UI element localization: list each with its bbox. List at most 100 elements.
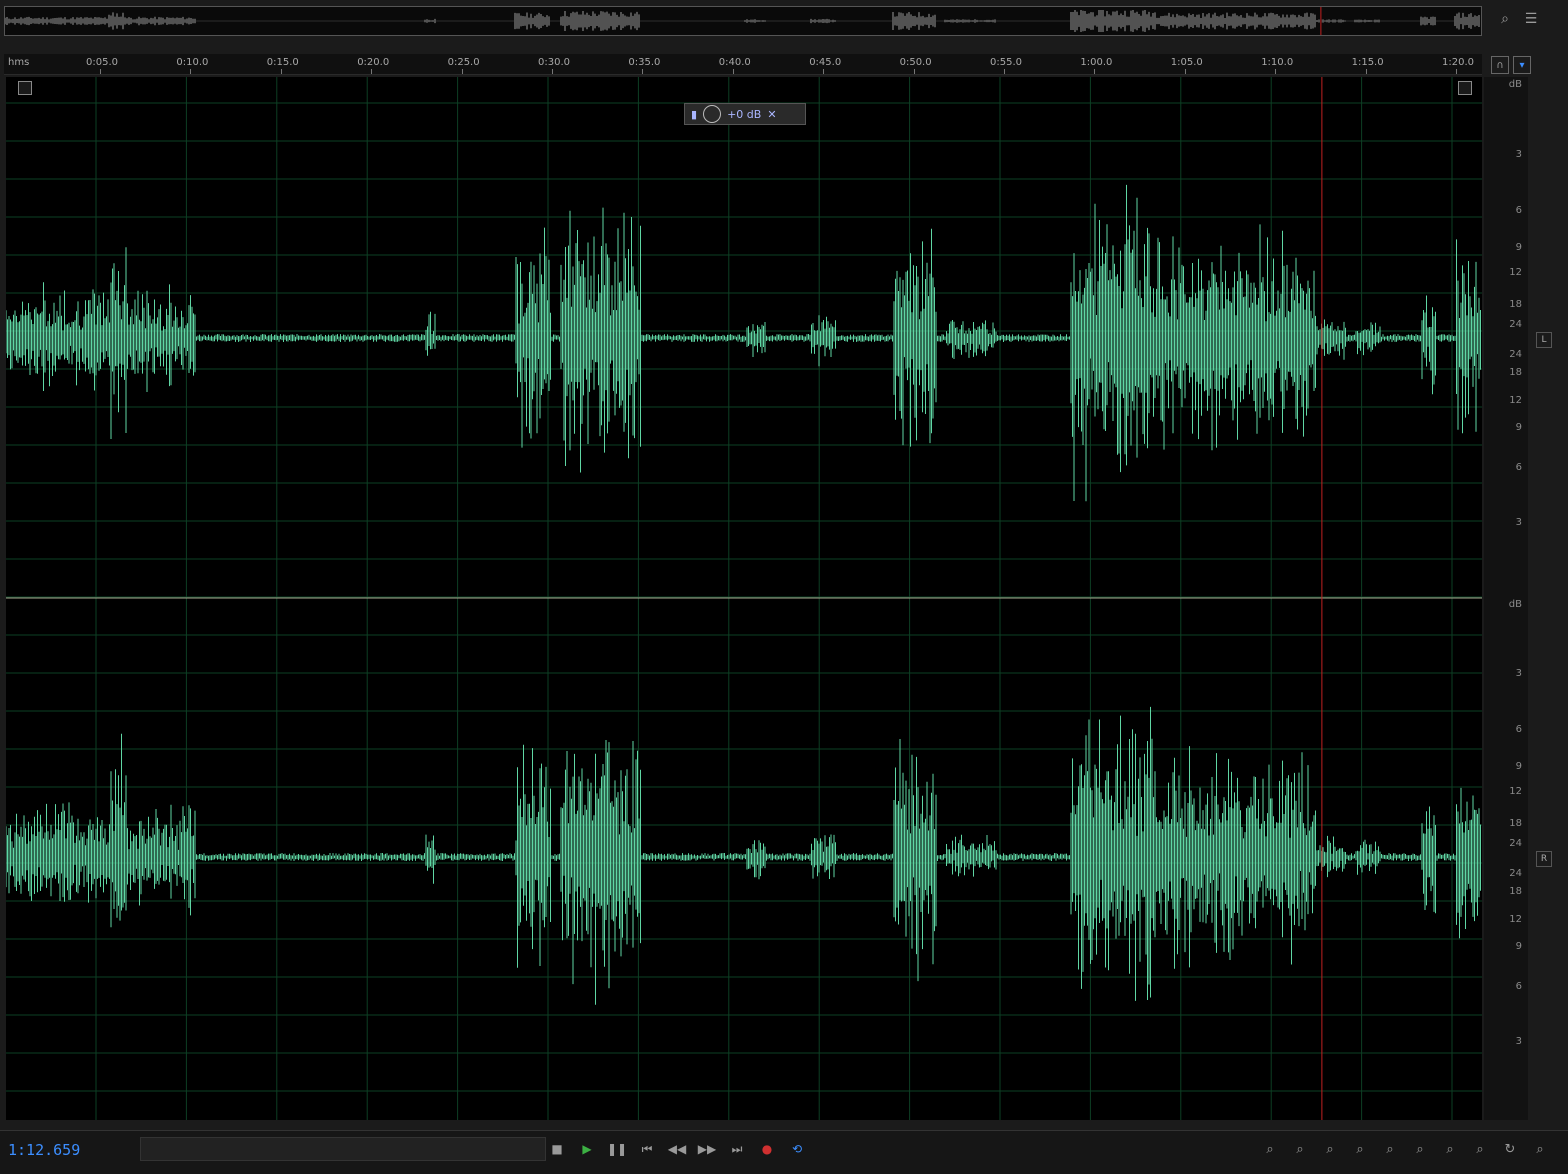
db-tick-label: 6 [1515,462,1522,473]
ruler-tick-label: 0:40.0 [718,57,751,68]
zoom-full-icon[interactable]: ⌕ [1378,1140,1402,1158]
zoom-out-point-icon[interactable]: ⌕ [1468,1140,1492,1158]
ruler-tick-mark [732,69,734,74]
ruler-tick-label: 0:35.0 [628,57,661,68]
zoom-extra-icon[interactable]: ⌕ [1528,1140,1552,1158]
db-tick-label: 9 [1515,242,1522,253]
ruler-tick-mark [1184,69,1186,74]
db-scale: dB dB 3 6 9 12 18 24 24 18 12 9 6 3 3 6 9 12 18 24 24 18 12 9 6 3 [1484,77,1528,1120]
zoom-corner-left-icon[interactable] [18,81,32,95]
ruler-tick-label: 1:15.0 [1351,57,1384,68]
ruler-tick-mark [461,69,463,74]
ruler-tick-label: 1:20.0 [1442,57,1474,68]
gain-value: +0 dB [727,107,762,121]
db-tick-label: 12 [1509,786,1522,797]
record-icon[interactable]: ● [756,1140,778,1158]
db-tick-label: 24 [1509,838,1522,849]
ruler-tick-mark [1275,69,1277,74]
overview-waveform [5,7,1480,35]
db-tick-label: 3 [1515,149,1522,160]
hamburger-icon[interactable]: ☰ [1520,8,1542,30]
ruler-tick-mark [100,69,101,74]
zoom-selection-icon[interactable]: ⌕ [1408,1140,1432,1158]
zoom-in-time-icon[interactable]: ⌕ [1318,1140,1342,1158]
zoom-reset-icon[interactable]: ↻ [1498,1140,1522,1158]
db-tick-label: 3 [1515,668,1522,679]
skip-back-icon[interactable]: ⏮ [636,1140,658,1158]
loop-icon[interactable]: ⟲ [786,1140,808,1158]
ruler-tick-mark [1004,69,1005,74]
db-tick-label: 9 [1515,761,1522,772]
pause-icon[interactable]: ❚❚ [606,1140,628,1158]
zoom-in-point-icon[interactable]: ⌕ [1438,1140,1462,1158]
db-tick-label: 3 [1515,1036,1522,1047]
ruler-tick-label: 0:05.0 [86,57,118,68]
ruler-tick-label: 1:10.0 [1261,57,1294,68]
waveform-channel [6,184,1481,502]
ruler-tick-mark [642,69,644,74]
ruler-tick-mark [190,69,192,74]
ruler-tick-label: 0:25.0 [447,57,480,68]
ruler-tick-label: 1:05.0 [1170,57,1203,68]
ruler-tick-mark [371,69,373,74]
fast-forward-icon[interactable]: ▶▶ [696,1140,718,1158]
ruler-tick-mark [823,69,825,74]
gain-knob[interactable] [703,105,722,123]
db-tick-label: 6 [1515,981,1522,992]
channel-label-left[interactable]: L [1536,332,1552,348]
db-tick-label: 18 [1509,886,1522,897]
db-tick-label: 18 [1509,367,1522,378]
stop-icon[interactable]: ■ [546,1140,568,1158]
db-tick-label: 3 [1515,517,1522,528]
skip-forward-icon[interactable]: ⏭ [726,1140,748,1158]
play-icon[interactable]: ▶ [576,1140,598,1158]
db-tick-label: 9 [1515,422,1522,433]
current-time: 1:12.659 [8,1141,81,1159]
zoom-corner-right-icon[interactable] [1458,81,1472,95]
ruler-tick-label: 0:50.0 [899,57,932,68]
ruler-tick-label: 0:15.0 [266,57,299,68]
waveform-editor[interactable] [6,77,1482,1120]
ruler-tick-mark [1094,69,1096,74]
ruler-tick-mark [1365,69,1367,74]
zoom-out-amplitude-icon[interactable]: ⌕ [1288,1140,1312,1158]
db-tick-label: 24 [1509,349,1522,360]
zoom-out-time-icon[interactable]: ⌕ [1348,1140,1372,1158]
ruler-unit: hms [8,57,30,68]
channel-label-right[interactable]: R [1536,851,1552,867]
magnet-icon[interactable]: ∩ [1491,56,1509,74]
db-tick-label: 24 [1509,319,1522,330]
db-tick-label: 18 [1509,299,1522,310]
ruler-tick-label: 0:45.0 [809,57,842,68]
magnifier-icon[interactable]: ⌕ [1494,8,1516,30]
db-unit-label: dB [1508,79,1522,90]
db-tick-label: 12 [1509,395,1522,406]
level-meter-icon: ▮ [691,107,698,121]
ruler-tick-label: 0:55.0 [990,57,1022,68]
db-tick-label: 6 [1515,205,1522,216]
rewind-icon[interactable]: ◀◀ [666,1140,688,1158]
ruler-tick-mark [280,69,282,74]
ruler-tick-label: 0:10.0 [176,57,209,68]
time-display-field [140,1137,546,1161]
overview-waveform-path [5,10,1480,32]
marker-icon[interactable]: ▾ [1513,56,1531,74]
ruler-tick-mark [552,69,553,74]
ruler-tick-label: 0:20.0 [357,57,390,68]
hud-gain-control[interactable]: ▮ +0 dB ✕ [684,103,806,125]
overview-navigator[interactable] [4,6,1482,36]
db-unit-label: dB [1508,599,1522,610]
time-ruler[interactable]: hms 0:05.0 0:10.0 0:15.0 0:20.0 0:25.0 0:30.0… [4,54,1482,75]
zoom-in-amplitude-icon[interactable]: ⌕ [1258,1140,1282,1158]
ruler-tick-label: 0:30.0 [538,57,570,68]
ruler-tick-label: 1:00.0 [1080,57,1113,68]
ruler-tick-mark [1456,69,1457,74]
waveform-canvas [6,77,1482,1120]
db-tick-label: 12 [1509,267,1522,278]
db-tick-label: 6 [1515,724,1522,735]
db-tick-label: 12 [1509,914,1522,925]
db-tick-label: 24 [1509,868,1522,879]
pin-icon[interactable]: ✕ [767,108,776,121]
db-tick-label: 18 [1509,818,1522,829]
waveform-channel [6,706,1481,1005]
